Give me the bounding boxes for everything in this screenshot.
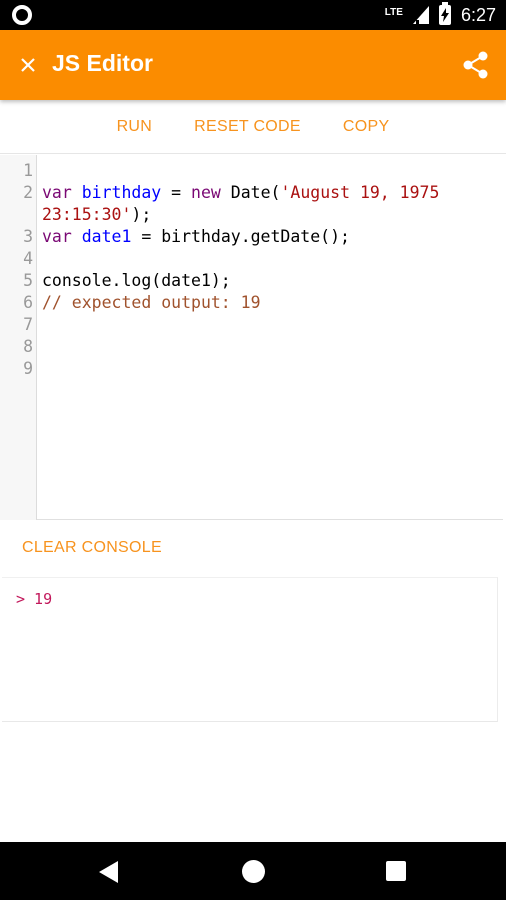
home-icon[interactable] (242, 860, 265, 883)
page-title: JS Editor (52, 50, 153, 76)
code-line: 1 (0, 160, 503, 182)
navigation-bar (0, 842, 506, 900)
code-token: = birthday.getDate(); (131, 227, 350, 246)
network-type: LTE (384, 7, 403, 18)
string-literal: 23:15:30' (42, 205, 132, 224)
code-token: ); (131, 205, 152, 224)
share-button[interactable] (456, 45, 496, 85)
share-icon (463, 51, 488, 79)
reset-code-button[interactable]: RESET CODE (173, 107, 322, 147)
code-line: 23:15:30'); (0, 204, 503, 226)
code-line: 3 var date1 = birthday.getDate(); (0, 226, 503, 248)
line-number: 8 (23, 337, 33, 356)
string-literal: 'August 19, 1975 (280, 183, 440, 202)
line-number: 4 (23, 249, 33, 268)
console-output: > 19 (2, 577, 498, 722)
line-number (0, 204, 33, 226)
code-line: 2 var birthday = new Date('August 19, 19… (0, 182, 503, 204)
code-text: var birthday = new Date('August 19, 1975 (33, 182, 498, 204)
line-number: 9 (23, 359, 33, 378)
code-line: 8 (0, 336, 503, 358)
console-line: > 19 (16, 590, 53, 608)
code-comment: // expected output: 19 (42, 293, 261, 312)
close-button[interactable] (8, 45, 48, 85)
code-token: = (161, 183, 192, 202)
back-icon[interactable] (99, 861, 119, 883)
run-button[interactable]: RUN (96, 107, 174, 147)
status-indicators: LTE 6:27 (384, 2, 496, 26)
console-header: CLEAR CONSOLE (0, 521, 506, 577)
keyword: new (191, 183, 221, 202)
variable: date1 (81, 227, 132, 246)
clear-console-button[interactable]: CLEAR CONSOLE (22, 539, 162, 557)
variable: birthday (81, 183, 162, 202)
code-text: var date1 = birthday.getDate(); (33, 226, 498, 248)
app-bar: JS Editor (0, 30, 506, 100)
signal-icon (412, 6, 429, 24)
code-line: 4 (0, 248, 503, 270)
close-icon (21, 58, 35, 72)
line-number: 2 (23, 183, 33, 202)
code-line: 6 // expected output: 19 (0, 292, 503, 314)
code-area[interactable]: 1 2 var birthday = new Date('August 19, … (0, 160, 503, 380)
keyword: var (42, 183, 72, 202)
copy-button[interactable]: COPY (322, 107, 411, 147)
code-line: 5 console.log(date1); (0, 270, 503, 292)
battery-icon (438, 2, 451, 25)
line-number: 7 (23, 315, 33, 334)
recent-apps-icon[interactable] (386, 861, 406, 881)
line-number: 6 (23, 293, 33, 312)
notification-icon (12, 5, 32, 25)
code-text: console.log(date1); (42, 271, 231, 290)
code-line: 9 (0, 358, 503, 380)
code-line: 7 (0, 314, 503, 336)
line-number: 5 (23, 271, 33, 290)
keyword: var (42, 227, 72, 246)
code-text: 23:15:30'); (33, 204, 498, 226)
line-number: 3 (23, 227, 33, 246)
status-bar: LTE 6:27 (0, 0, 506, 30)
clock: 6:27 (460, 4, 496, 25)
code-token: Date( (220, 183, 281, 202)
code-editor[interactable]: 1 2 var birthday = new Date('August 19, … (0, 155, 503, 520)
editor-toolbar: RUN RESET CODE COPY (0, 100, 506, 154)
line-number: 1 (23, 161, 33, 180)
